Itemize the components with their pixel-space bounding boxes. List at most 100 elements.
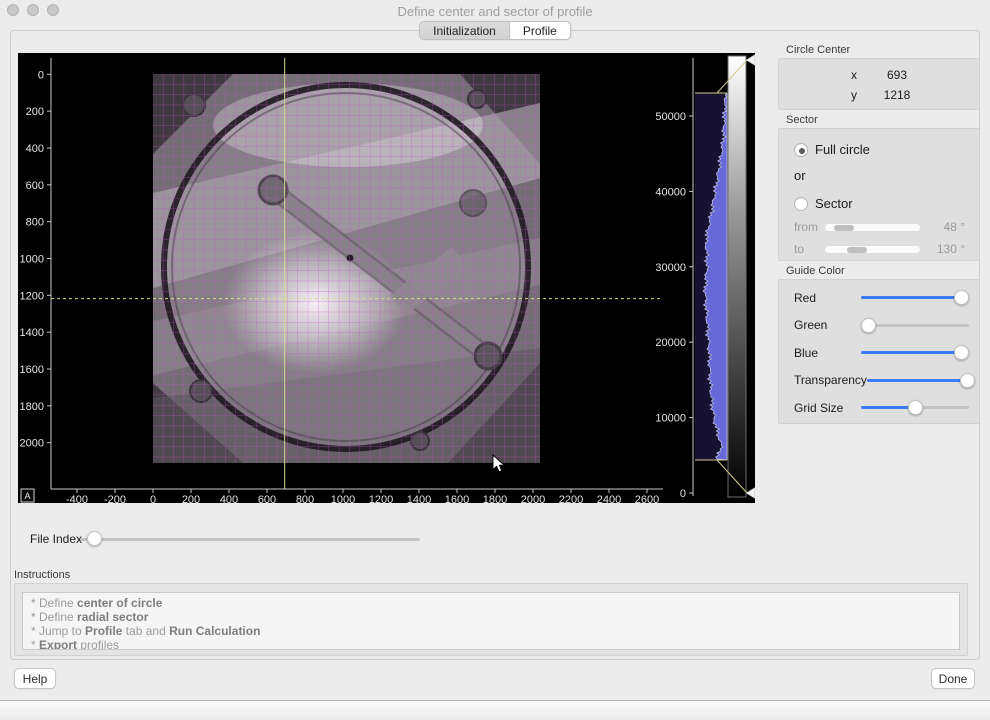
x-axis-tick-label: 200 [182,494,200,503]
y-axis-tick-label: 800 [26,217,44,229]
min-level-handle[interactable] [746,488,755,499]
x-axis-tick-label: 2200 [559,494,583,503]
x-axis-tick-label: 2400 [597,494,621,503]
tab-profile[interactable]: Profile [509,22,570,39]
hist-axis-tick-label: 20000 [655,337,686,349]
y-axis-tick-label: 200 [26,106,44,118]
title-bar: Define center and sector of profile [0,0,990,22]
slider-label: Red [779,291,861,305]
file-index-label: File Index [30,532,82,546]
center-y-value: 1218 [857,88,937,102]
x-axis-tick-label: 1200 [369,494,393,503]
instruction-line: * Export profiles [31,638,951,650]
slider-thumb[interactable] [954,290,969,305]
x-axis-tick-label: 400 [220,494,238,503]
tab-bar: Initialization Profile [419,21,571,40]
grid-size-slider[interactable] [861,400,969,415]
svg-text:A: A [24,491,30,501]
slider-thumb[interactable] [960,373,975,388]
auto-range-button[interactable]: A [21,489,34,502]
slider-label: Grid Size [779,401,861,415]
center-y-label: y [779,88,857,102]
slider-thumb[interactable] [908,400,923,415]
sector-title: Sector [778,110,980,128]
y-axis-tick-label: 1600 [20,364,44,376]
sector-to-slider[interactable] [824,245,921,254]
green-slider[interactable] [861,318,969,333]
x-axis-tick-label: 2000 [521,494,545,503]
x-axis-tick-label: -200 [104,494,126,503]
x-axis-tick-label: 2600 [635,494,659,503]
histogram-lut[interactable]: 0 10000 20000 30000 40000 50000 [655,55,755,501]
y-axis-tick-label: 1400 [20,327,44,339]
sector-from-label: from [779,220,809,234]
instructions-text: * Define center of circle* Define radial… [22,592,960,650]
x-axis-tick-label: 1000 [331,494,355,503]
circle-center-title: Circle Center [778,40,980,58]
max-level-handle[interactable] [746,55,755,66]
or-label: or [779,157,979,183]
slider-label: Green [779,318,861,332]
y-axis-tick-label: 400 [26,143,44,155]
red-slider[interactable] [861,290,969,305]
circle-center-group: x 693 y 1218 [778,58,980,110]
tab-initialization[interactable]: Initialization [420,22,509,39]
guide-slider-row-green: Green [779,312,979,340]
x-axis-tick-label: 800 [296,494,314,503]
guide-slider-row-blue: Blue [779,339,979,367]
y-axis-tick-label: 2000 [20,438,44,450]
window-footer [0,700,990,720]
sector-group: Full circle or Sector from 48 ° to 130 ° [778,128,980,261]
grayscale-colorbar[interactable] [728,56,746,497]
x-axis-tick-label: -400 [66,494,88,503]
instruction-line: * Define center of circle [31,596,951,610]
sector-to-label: to [779,242,809,256]
sector-to-thumb[interactable] [847,247,867,253]
sector-from-thumb[interactable] [834,225,854,231]
instructions-title: Instructions [14,569,70,581]
hist-axis-tick-label: 40000 [655,186,686,198]
y-axis-tick-label: 1200 [20,290,44,302]
slider-label: Blue [779,346,861,360]
center-x-value: 693 [857,68,937,82]
slider-label: Transparency [779,373,867,387]
instruction-line: * Define radial sector [31,610,951,624]
y-axis-tick-label: 0 [38,69,44,81]
sector-from-slider[interactable] [824,223,921,232]
guide-slider-row-red: Red [779,284,979,312]
y-axis-tick-label: 1000 [20,254,44,266]
slider-thumb[interactable] [861,318,876,333]
hist-axis-tick-label: 0 [680,488,686,500]
guide-color-title: Guide Color [778,261,980,279]
sector-radio[interactable] [794,197,808,211]
image-plot-area[interactable]: -400 -200 0 200 400 600 800 1000 1200 1400 1600 180… [18,53,755,503]
settings-panel: Circle Center x 693 y 1218 Sector Full c… [778,40,980,424]
sector-from-value: 48 ° [921,220,979,234]
guide-grid-overlay [153,74,540,463]
x-axis-tick-label: 1600 [445,494,469,503]
sample-xray-image[interactable] [153,74,540,463]
file-index-thumb[interactable] [87,531,102,546]
y-axis-tick-label: 1800 [20,401,44,413]
hist-axis-tick-label: 50000 [655,111,686,123]
x-axis-tick-label: 600 [258,494,276,503]
full-circle-radio[interactable] [794,143,808,157]
hist-axis-tick-label: 30000 [655,262,686,274]
x-axis-tick-label: 1400 [407,494,431,503]
x-axis-tick-label: 0 [150,494,156,503]
guide-slider-row-grid-size: Grid Size [779,394,979,422]
blue-slider[interactable] [861,345,969,360]
guide-color-group: Red Green Blue Transparency Grid Size [778,279,980,424]
center-x-row: x 693 [779,65,979,85]
window-title: Define center and sector of profile [0,4,990,19]
instruction-line: * Jump to Profile tab and Run Calculatio… [31,624,951,638]
sector-to-value: 130 ° [921,242,979,256]
help-button[interactable]: Help [14,668,56,689]
guide-slider-row-transparency: Transparency [779,367,979,395]
file-index-slider[interactable] [80,531,420,547]
center-y-row: y 1218 [779,85,979,105]
transparency-slider[interactable] [867,373,975,388]
slider-thumb[interactable] [954,345,969,360]
done-button[interactable]: Done [931,668,975,689]
hist-axis-tick-label: 10000 [655,413,686,425]
